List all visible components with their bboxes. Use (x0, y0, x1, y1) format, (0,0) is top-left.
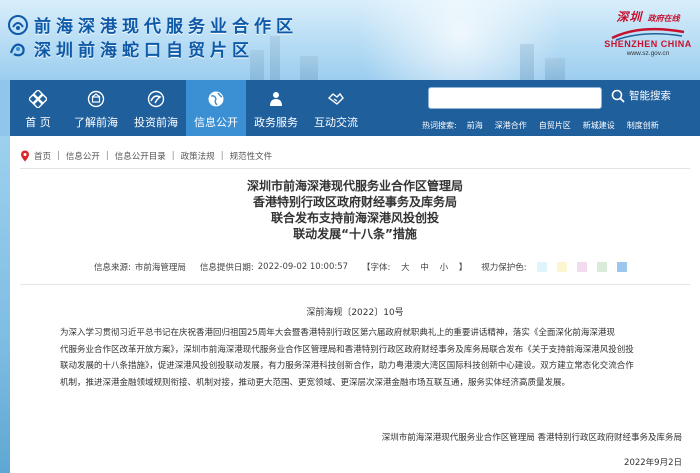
article-title-line: 深圳市前海深港现代服务业合作区管理局 (246, 179, 463, 193)
nav-label-info-disclosure: 信息公开 (194, 116, 238, 129)
location-pin-icon (21, 150, 29, 162)
font-size-small[interactable]: 小 (440, 263, 449, 273)
eye-color-swatch[interactable] (616, 262, 627, 272)
eye-color-swatch[interactable] (576, 262, 587, 272)
nav-item-about[interactable]: 了解前海 (66, 80, 126, 136)
logo-title-shekou: 深圳前海蛇口自贸片区 (34, 41, 254, 61)
font-size-medium[interactable]: 中 (420, 263, 429, 273)
breadcrumb-normative-docs[interactable]: 规范性文件 (230, 150, 273, 162)
source-value: 市前海管理局 (134, 263, 186, 273)
breadcrumb: 首页 | 信息公开 | 信息公开目录 | 政策法规 | 规范性文件 (20, 150, 272, 162)
sz-logo-cn: 深圳 政府在线 (602, 8, 694, 25)
nav-item-gov-service[interactable]: 政务服务 (246, 80, 306, 136)
nav-item-info-disclosure[interactable]: 信息公开 (186, 80, 246, 136)
eye-color-swatch[interactable] (536, 262, 547, 272)
breadcrumb-separator: | (105, 151, 109, 161)
logo-row-qianhai[interactable]: 前海深港现代服务业合作区 (8, 12, 298, 37)
nav-label-home: 首 页 (25, 116, 51, 129)
nav-label-interaction: 互动交流 (314, 116, 358, 129)
skyline-tower (300, 56, 318, 80)
article-paragraph: 为深入学习贯彻习近平总书记在庆祝香港回归祖国25周年大会暨香港特别行政区第六届政… (56, 325, 678, 391)
paragraph-line: 联动发展的十八条措施》，促进深港风投创投联动发展，有力服务深港科技创新合作，助力… (60, 361, 634, 371)
breadcrumb-separator: | (171, 151, 175, 161)
date-label: 信息提供日期: (199, 263, 254, 273)
font-size-control: 【字体: 大 中 小 】 (362, 261, 467, 273)
smart-search-button[interactable]: 智能搜索 (611, 88, 671, 103)
paragraph-line: 代服务业合作区改革开放方案》，深圳市前海深港现代服务业合作区管理局和香港特别行政… (60, 344, 634, 355)
article-title-line: 联合发布支持前海深港风投创投 (270, 211, 439, 225)
document-number: 深前海规〔2022〕10号 (306, 308, 404, 318)
main-navbar: 首 页 了解前海 投资前海 信息公开 政务服务 互动交流 智能搜索 热词搜索: … (10, 80, 700, 136)
person-icon (270, 92, 282, 106)
globe-icon (208, 91, 224, 107)
eye-color-swatch[interactable] (556, 262, 567, 272)
paragraph-line: 为深入学习贯彻习近平总书记在庆祝香港回归祖国25周年大会暨香港特别行政区第六届政… (60, 328, 615, 338)
article-signature: 深圳市前海深港现代服务业合作区管理局 香港特别行政区政府财经事务及库务局 (381, 433, 682, 443)
hot-word-link[interactable]: 新城建设 (583, 120, 615, 131)
header-banner: 前海深港现代服务业合作区 深圳前海蛇口自贸片区 深圳 政府在线 SHENZHEN… (0, 0, 700, 80)
qianhai-logo-icon (8, 14, 28, 35)
eye-protection-label: 视力保护色: (481, 263, 527, 273)
sz-logo-cn-main: 深圳 (616, 10, 643, 24)
handshake-icon (327, 92, 344, 105)
nav-label-gov-service: 政务服务 (254, 116, 298, 129)
hot-word-link[interactable]: 自贸片区 (539, 120, 571, 131)
breadcrumb-info-directory[interactable]: 信息公开目录 (115, 150, 166, 162)
logo-row-shekou[interactable]: 深圳前海蛇口自贸片区 (8, 36, 254, 61)
eye-color-swatch[interactable] (596, 262, 607, 272)
article-sign-date: 2022年9月2日 (624, 458, 682, 468)
hot-word-link[interactable]: 制度创新 (627, 120, 659, 131)
nav-item-invest[interactable]: 投资前海 (126, 80, 186, 136)
source-label: 信息来源: (94, 263, 131, 273)
article-title-line: 联动发展“十八条”措施 (293, 227, 417, 241)
hot-word-link[interactable]: 深港合作 (495, 120, 527, 131)
article-panel: 首页 | 信息公开 | 信息公开目录 | 政策法规 | 规范性文件 深圳市前海深… (10, 136, 700, 473)
background-strip (0, 136, 10, 473)
font-size-large[interactable]: 大 (401, 263, 410, 273)
emblem-icon (87, 90, 105, 108)
nav-label-about: 了解前海 (74, 116, 118, 129)
smart-search-label: 智能搜索 (629, 90, 671, 102)
font-size-end: 】 (458, 263, 468, 273)
sz-logo-url: www.sz.gov.cn (626, 50, 670, 57)
home-grid-icon (29, 90, 47, 108)
nav-label-invest: 投资前海 (134, 116, 178, 129)
swoosh-icon (611, 27, 685, 41)
article-meta: 信息来源: 市前海管理局 信息提供日期: 2022-09-02 10:00:57… (94, 261, 627, 273)
breadcrumb-policy[interactable]: 政策法规 (181, 150, 215, 162)
date-value: 2022-09-02 10:00:57 (257, 262, 349, 272)
hot-words-label: 热词搜索: (422, 121, 457, 130)
hot-words-row: 热词搜索: 前海 深港合作 自贸片区 新城建设 制度创新 (422, 120, 671, 131)
breadcrumb-separator: | (220, 151, 224, 161)
sz-logo-cn-small: 政府在线 (647, 13, 680, 23)
skyline-tower (520, 44, 534, 80)
nav-item-interaction[interactable]: 互动交流 (306, 80, 366, 136)
skyline-tower (270, 36, 280, 80)
font-size-label: 【字体: (362, 263, 391, 273)
shenzhen-gov-logo[interactable]: 深圳 政府在线 SHENZHEN CHINA www.sz.gov.cn (602, 8, 694, 68)
breadcrumb-divider (20, 168, 690, 169)
search-input[interactable] (428, 87, 602, 109)
swirl-icon (147, 90, 165, 108)
breadcrumb-info-disclosure[interactable]: 信息公开 (66, 150, 100, 162)
article-title-line: 香港特别行政区政府财经事务及库务局 (252, 195, 457, 209)
nav-items: 首 页 了解前海 投资前海 信息公开 政务服务 互动交流 (10, 80, 366, 136)
logo-title-qianhai: 前海深港现代服务业合作区 (34, 17, 298, 37)
nav-item-home[interactable]: 首 页 (10, 80, 66, 136)
skyline-tower (545, 58, 565, 80)
meta-divider (20, 284, 690, 285)
hot-word-link[interactable]: 前海 (467, 120, 483, 131)
breadcrumb-separator: | (57, 151, 60, 161)
search-icon (611, 89, 625, 103)
paragraph-line: 机制，推进深港金融领域规则衔接、机制对接，推动更大范围、更宽领域、更深层次深港金… (60, 377, 571, 388)
shekou-logo-icon (9, 43, 25, 56)
breadcrumb-home[interactable]: 首页 (34, 150, 51, 162)
